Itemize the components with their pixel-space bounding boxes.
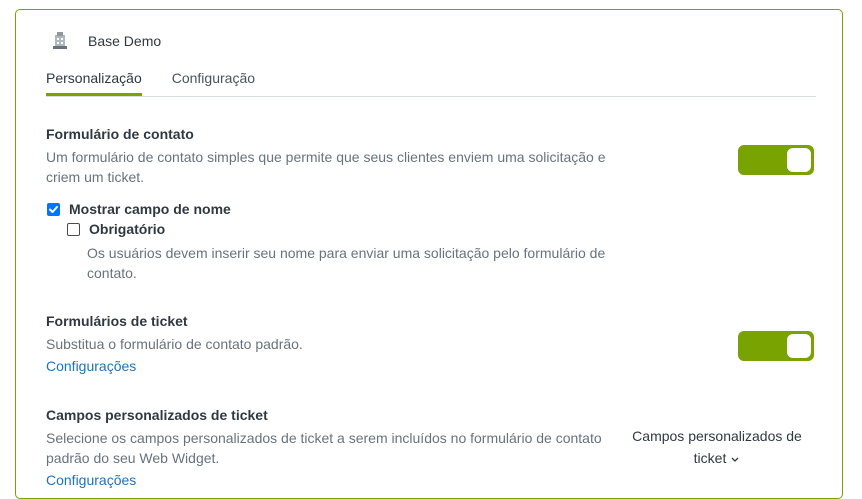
ticket-forms-title: Formulários de ticket xyxy=(46,313,188,329)
show-name-row: Mostrar campo de nome xyxy=(47,201,231,217)
chevron-down-icon xyxy=(730,448,740,470)
ticket-forms-toggle[interactable] xyxy=(738,331,814,361)
tab-configuracao[interactable]: Configuração xyxy=(172,70,255,96)
contact-form-title: Formulário de contato xyxy=(46,126,194,142)
tab-bar: Personalização Configuração xyxy=(46,70,816,97)
contact-form-description: Um formulário de contato simples que per… xyxy=(46,149,606,185)
checkmark-icon xyxy=(49,205,58,213)
dropdown-label-line1: Campos personalizados de xyxy=(632,428,802,444)
ticket-forms-settings-link[interactable]: Configurações xyxy=(46,356,816,376)
widget-settings-card: Base Demo Personalização Configuração Fo… xyxy=(15,9,843,499)
brand-header: Base Demo xyxy=(50,30,161,52)
required-checkbox[interactable] xyxy=(67,222,80,236)
toggle-knob xyxy=(787,334,811,358)
custom-fields-dropdown[interactable]: Campos personalizados de ticket xyxy=(622,425,812,470)
custom-fields-title: Campos personalizados de ticket xyxy=(46,407,268,423)
show-name-checkbox[interactable] xyxy=(47,202,60,216)
required-label: Obrigatório xyxy=(89,221,166,237)
tab-personalizacao[interactable]: Personalização xyxy=(46,70,142,96)
custom-fields-settings-link[interactable]: Configurações xyxy=(46,470,816,490)
contact-form-toggle[interactable] xyxy=(738,145,814,175)
custom-fields-description: Selecione os campos personalizados de ti… xyxy=(46,430,602,466)
required-row: Obrigatório xyxy=(67,221,165,237)
dropdown-label-line2: ticket xyxy=(693,450,727,466)
show-name-label: Mostrar campo de nome xyxy=(69,201,231,217)
required-hint: Os usuários devem inserir seu nome para … xyxy=(87,245,606,281)
building-icon xyxy=(50,31,70,51)
ticket-forms-description: Substitua o formulário de contato padrão… xyxy=(46,336,303,352)
ticket-forms-section: Formulários de ticket Substitua o formul… xyxy=(46,312,816,376)
toggle-knob xyxy=(787,148,811,172)
contact-form-section: Formulário de contato Um formulário de c… xyxy=(46,125,816,187)
brand-name: Base Demo xyxy=(88,33,162,49)
